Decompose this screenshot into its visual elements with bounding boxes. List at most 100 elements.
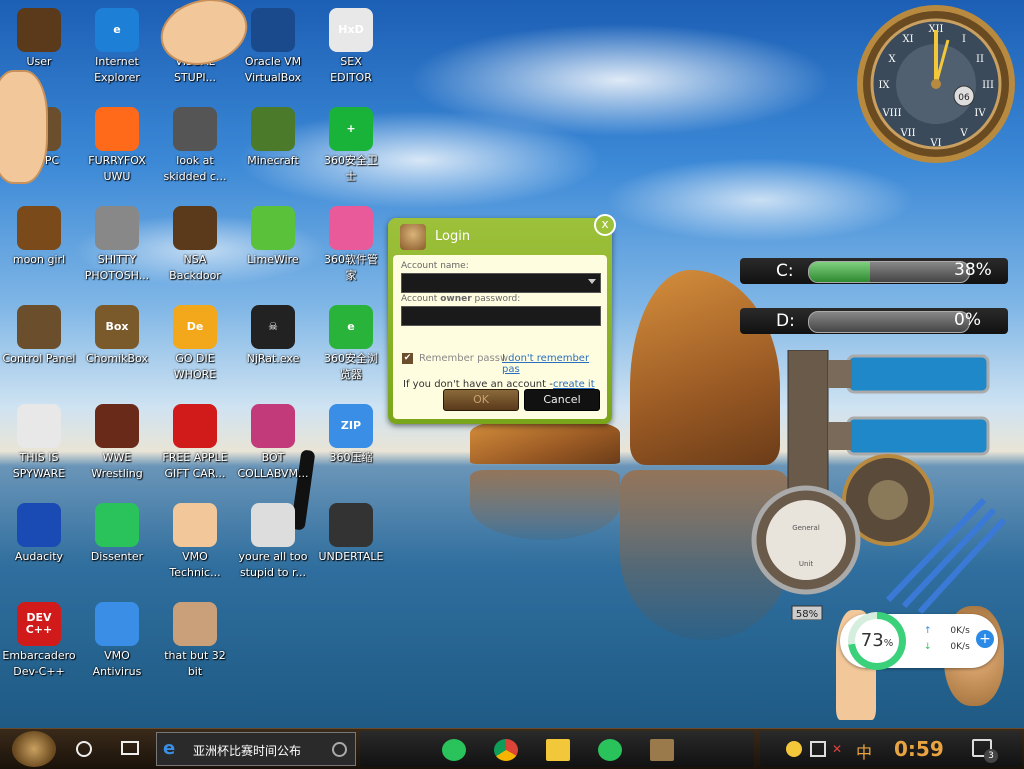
desktop-icon[interactable]: VMO Technic... bbox=[156, 499, 234, 595]
add-icon[interactable]: + bbox=[976, 630, 994, 648]
desktop-icon[interactable]: ☠ NjRat.exe bbox=[234, 301, 312, 397]
desktop-icon[interactable]: e Internet Explorer bbox=[78, 4, 156, 100]
app-icon bbox=[95, 404, 139, 448]
desktop-icon[interactable]: 360软件管 家 bbox=[312, 202, 390, 298]
desktop-icon-label: Oracle VM VirtualBox bbox=[244, 55, 302, 84]
desktop-icon[interactable]: youre all too stupid to r... bbox=[234, 499, 312, 595]
password-input[interactable] bbox=[401, 306, 601, 326]
desktop-icon[interactable]: BOT COLLABVM... bbox=[234, 400, 312, 496]
svg-text:IX: IX bbox=[878, 80, 890, 91]
ie-icon: e bbox=[163, 738, 176, 759]
svg-text:VIII: VIII bbox=[881, 108, 901, 119]
app-icon bbox=[95, 107, 139, 151]
desktop-icon[interactable]: DEV C++ Embarcadero Dev-C++ bbox=[0, 598, 78, 694]
app-icon: + bbox=[329, 107, 373, 151]
app-icon bbox=[95, 206, 139, 250]
ok-button[interactable]: OK bbox=[443, 389, 519, 411]
account-name-label: Account name: bbox=[401, 261, 469, 271]
desktop-icon[interactable]: HxD SEX EDITOR bbox=[312, 4, 390, 100]
desktop-icon[interactable]: +360安全卫 士 bbox=[312, 103, 390, 199]
upload-arrow-icon: ↑ bbox=[924, 626, 932, 636]
svg-text:X: X bbox=[888, 54, 896, 65]
taskbar-clock[interactable]: 0:59 bbox=[894, 737, 944, 761]
taskbar-search-box[interactable]: e 亚洲杯比赛时间公布 bbox=[156, 732, 356, 766]
volume-muted-icon[interactable]: ✕ bbox=[832, 741, 848, 757]
cancel-button[interactable]: Cancel bbox=[524, 389, 600, 411]
desktop-icon-label: 360压缩 bbox=[329, 451, 373, 464]
desktop-icon[interactable]: THIS IS SPYWARE bbox=[0, 400, 78, 496]
desktop-icon-label: Embarcadero Dev-C++ bbox=[2, 649, 76, 678]
app-icon: e bbox=[329, 305, 373, 349]
upload-speed-value: 0K/s bbox=[950, 626, 970, 636]
desktop-icon[interactable]: VMO Antivirus bbox=[78, 598, 156, 694]
desktop-icon-label: Internet Explorer bbox=[94, 55, 140, 84]
desktop-icon[interactable]: FURRYFOX UWU bbox=[78, 103, 156, 199]
chrome-taskbar-icon[interactable] bbox=[494, 739, 518, 761]
chomikbox-taskbar-icon[interactable] bbox=[650, 739, 674, 761]
desktop-icon-label: youre all too stupid to r... bbox=[238, 550, 308, 579]
desktop-icon[interactable]: Box ChomikBox bbox=[78, 301, 156, 397]
desktop-icon[interactable]: UNDERTALE bbox=[312, 499, 390, 595]
drive-usage-bar bbox=[808, 311, 970, 333]
app-icon: ☠ bbox=[251, 305, 295, 349]
drive-percent: 38% bbox=[954, 260, 992, 280]
desktop-icon-label: ChomikBox bbox=[86, 352, 148, 365]
search-text[interactable]: 亚洲杯比赛时间公布 bbox=[193, 742, 301, 759]
desktop-icon-label: NjRat.exe bbox=[246, 352, 300, 365]
svg-text:IV: IV bbox=[974, 108, 986, 119]
desktop-icon-label: FURRYFOX UWU bbox=[88, 154, 146, 183]
app-icon bbox=[173, 404, 217, 448]
desktop-icon[interactable]: De GO DIE WHORE bbox=[156, 301, 234, 397]
password-label-owner: owner bbox=[440, 294, 472, 304]
ime-indicator[interactable]: 中 bbox=[856, 739, 872, 763]
app-icon bbox=[17, 404, 61, 448]
download-speed: ↓ 0K/s bbox=[924, 642, 970, 652]
desktop-icon[interactable]: Audacity bbox=[0, 499, 78, 595]
360-tray-icon[interactable] bbox=[786, 741, 802, 757]
desktop-icon[interactable]: that but 32 bit bbox=[156, 598, 234, 694]
desktop-icon-label: GO DIE WHORE bbox=[173, 352, 217, 381]
network-icon[interactable] bbox=[810, 741, 826, 757]
desktop-icon[interactable]: moon girl bbox=[0, 202, 78, 298]
memory-usage-number: 73 bbox=[860, 630, 884, 651]
task-view-icon[interactable] bbox=[121, 741, 139, 755]
steampunk-pipe-gadget: General Unit 58% bbox=[751, 350, 1007, 620]
desktop-icon[interactable]: SHITTY PHOTOSH... bbox=[78, 202, 156, 298]
app-icon: HxD bbox=[329, 8, 373, 52]
cortana-icon[interactable] bbox=[76, 741, 92, 757]
desktop-icon[interactable]: LimeWire bbox=[234, 202, 312, 298]
desktop-icon[interactable]: e 360安全浏 览器 bbox=[312, 301, 390, 397]
drive-letter: D: bbox=[776, 311, 795, 331]
360-browser-taskbar-icon[interactable] bbox=[598, 739, 622, 761]
close-icon[interactable]: x bbox=[594, 214, 616, 236]
desktop-icon[interactable]: Dissenter bbox=[78, 499, 156, 595]
desktop-icon[interactable]: FREE APPLE GIFT CAR... bbox=[156, 400, 234, 496]
desktop-icon[interactable]: look at skidded c... bbox=[156, 103, 234, 199]
forgot-password-link[interactable]: I don't remember pas bbox=[502, 353, 607, 375]
notification-count: 3 bbox=[984, 749, 998, 763]
drive-gauge-d: D: 0% bbox=[740, 308, 1008, 334]
password-label: Account owner password: bbox=[401, 294, 520, 304]
account-name-combobox[interactable] bbox=[401, 273, 601, 293]
chevron-down-icon[interactable] bbox=[588, 279, 596, 284]
desktop-icon[interactable]: Minecraft bbox=[234, 103, 312, 199]
desktop-icon[interactable]: WWE Wrestling bbox=[78, 400, 156, 496]
app-icon bbox=[329, 503, 373, 547]
desktop-icon[interactable]: Control Panel bbox=[0, 301, 78, 397]
desktop-icon-label: BOT COLLABVM... bbox=[237, 451, 309, 480]
desktop-icon-label: look at skidded c... bbox=[163, 154, 227, 183]
start-button[interactable] bbox=[12, 731, 56, 767]
desktop-icon-label: 360安全卫 士 bbox=[324, 154, 378, 183]
search-icon[interactable] bbox=[332, 742, 347, 757]
desktop-icon[interactable]: ZIP 360压缩 bbox=[312, 400, 390, 496]
network-speed-widget[interactable]: 73% ↑ 0K/s ↓ 0K/s + bbox=[840, 612, 1000, 674]
file-explorer-taskbar-icon[interactable] bbox=[546, 739, 570, 761]
steampunk-clock-gadget[interactable]: XIIIII VIIX III IVV VIIVIII XXI 06 bbox=[852, 4, 1020, 164]
dissenter-taskbar-icon[interactable] bbox=[442, 739, 466, 761]
app-icon bbox=[95, 602, 139, 646]
desktop-icon[interactable]: NSA Backdoor bbox=[156, 202, 234, 298]
remember-checkbox[interactable]: ✔ bbox=[402, 353, 413, 364]
desktop-icon-label: SHITTY PHOTOSH... bbox=[84, 253, 150, 282]
svg-text:XI: XI bbox=[902, 34, 913, 45]
drive-usage-bar bbox=[808, 261, 970, 283]
